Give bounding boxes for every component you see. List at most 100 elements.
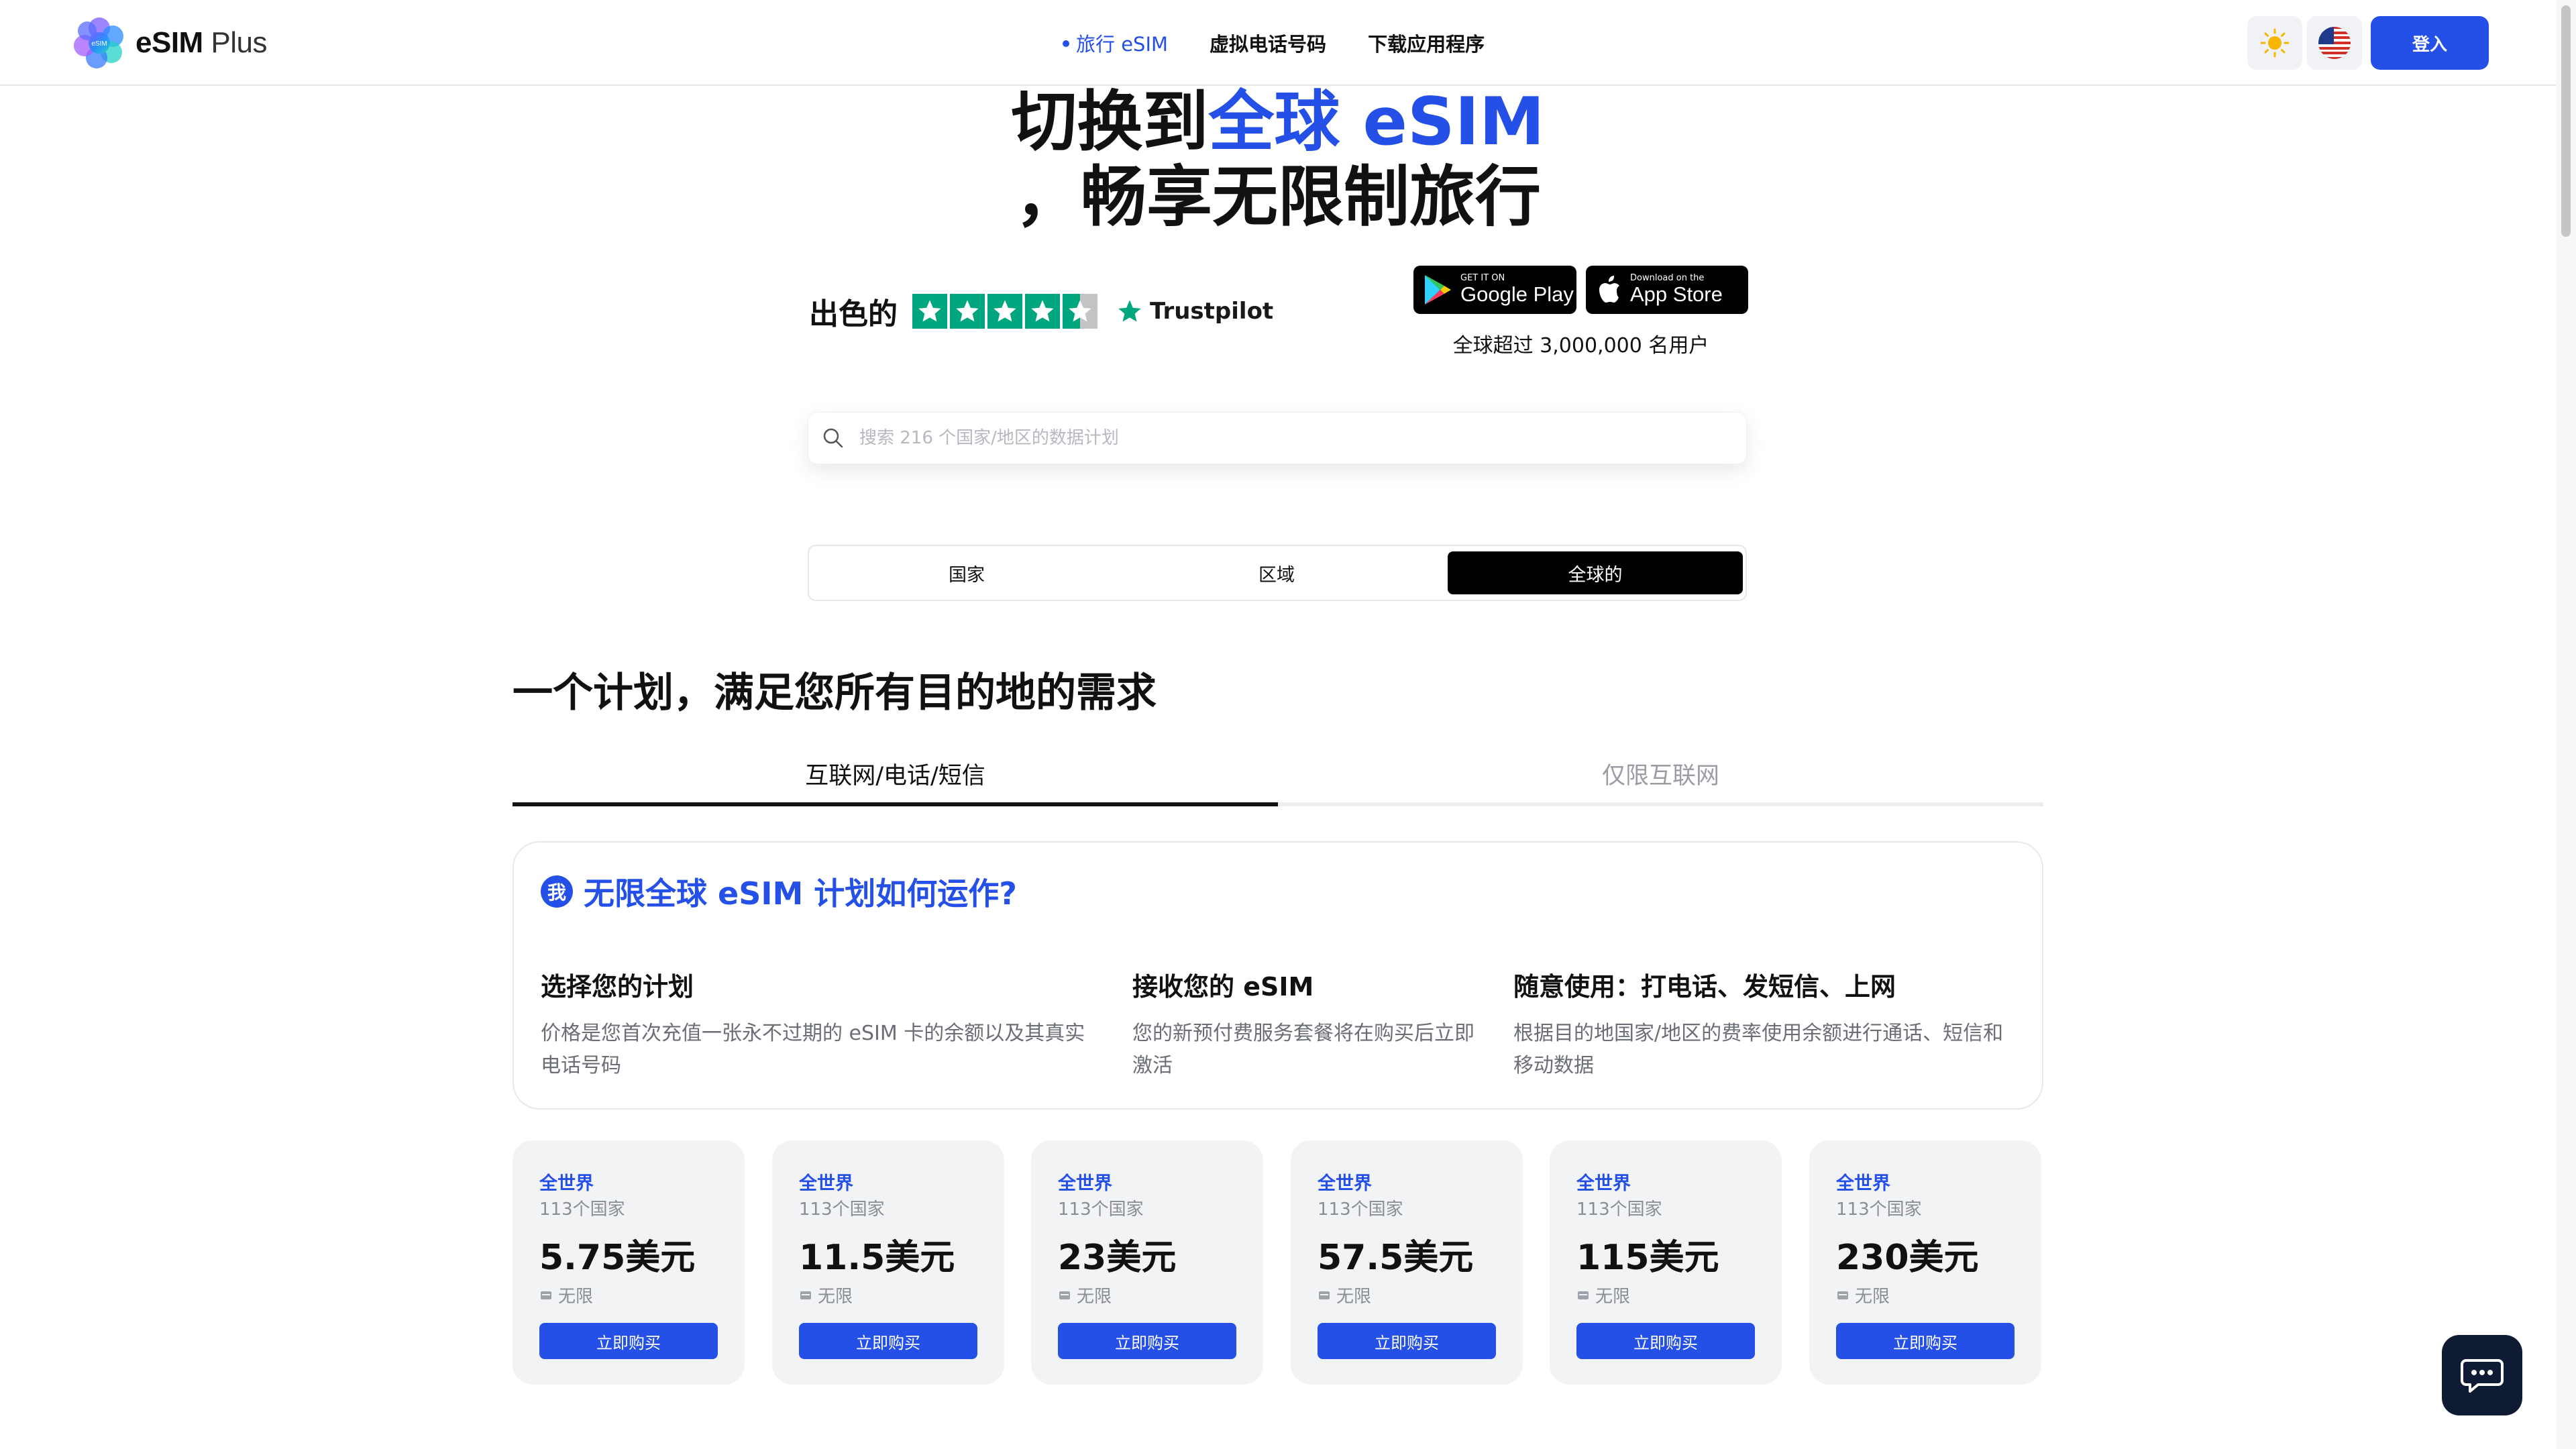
logo[interactable]: eSIM eSIM Plus: [72, 16, 268, 70]
scope-region[interactable]: 区域: [1124, 551, 1429, 594]
plan-limit: 无限: [1576, 1283, 1630, 1307]
plan-region: 全世界: [1836, 1173, 1890, 1194]
plan-country-count: 113个国家: [799, 1199, 885, 1220]
theme-toggle-button[interactable]: [2247, 16, 2302, 70]
trustpilot-label: Trustpilot: [1150, 298, 1274, 325]
rating-word: 出色的: [809, 297, 898, 331]
nav-virtual-number[interactable]: 虚拟电话号码: [1210, 29, 1326, 57]
app-store-button[interactable]: Download on the App Store: [1586, 266, 1748, 314]
chat-button[interactable]: [2442, 1335, 2522, 1415]
star-icon: [950, 294, 985, 329]
star-icon: [912, 294, 947, 329]
plan-region: 全世界: [539, 1173, 594, 1194]
buy-now-button[interactable]: 立即购买: [1576, 1323, 1755, 1359]
plan-price: 11.5美元: [799, 1238, 955, 1278]
plan-limit: 无限: [799, 1283, 853, 1307]
app-store-text: Download on the App Store: [1630, 274, 1723, 306]
app-store-small: Download on the: [1630, 273, 1705, 283]
google-play-button[interactable]: GET IT ON Google Play: [1413, 266, 1576, 314]
plan-limit-label: 无限: [818, 1287, 853, 1307]
us-flag-icon: [2318, 27, 2351, 59]
scope-selector: 国家 区域 全球的: [808, 545, 1747, 601]
plan-card[interactable]: 全世界 113个国家 230美元 无限 立即购买: [1809, 1140, 2041, 1385]
buy-now-button[interactable]: 立即购买: [1836, 1323, 2015, 1359]
sun-icon: [2260, 28, 2290, 58]
scope-country[interactable]: 国家: [814, 551, 1119, 594]
page-scrollbar[interactable]: [2556, 0, 2576, 1449]
plan-card[interactable]: 全世界 113个国家 5.75美元 无限 立即购买: [513, 1140, 745, 1385]
plan-country-count: 113个国家: [539, 1199, 625, 1220]
chat-icon: [2461, 1359, 2504, 1393]
plan-region: 全世界: [1318, 1173, 1372, 1194]
apple-icon: [1599, 276, 1619, 303]
logo-mark-text: eSIM: [91, 40, 107, 48]
plan-limit-label: 无限: [1595, 1287, 1631, 1307]
plan-region: 全世界: [1058, 1173, 1112, 1194]
plan-region: 全世界: [799, 1173, 853, 1194]
trustpilot-logo: Trustpilot: [1116, 298, 1273, 325]
half-star-icon: [1063, 294, 1097, 329]
plan-card[interactable]: 全世界 113个国家 115美元 无限 立即购买: [1550, 1140, 1782, 1385]
section-title: 一个计划，满足您所有目的地的需求: [513, 669, 1157, 716]
data-icon: [800, 1291, 811, 1299]
plan-limit-label: 无限: [1077, 1287, 1112, 1307]
plan-country-count: 113个国家: [1318, 1199, 1403, 1220]
plan-country-count: 113个国家: [1836, 1199, 1922, 1220]
buy-now-button[interactable]: 立即购买: [799, 1323, 977, 1359]
language-button[interactable]: [2307, 16, 2362, 70]
plan-card[interactable]: 全世界 113个国家 11.5美元 无限 立即购买: [772, 1140, 1004, 1385]
plan-card[interactable]: 全世界 113个国家 23美元 无限 立即购买: [1031, 1140, 1263, 1385]
step-use-freely: 随意使用：打电话、发短信、上网 根据目的地国家/地区的费率使用余额进行通话、短信…: [1513, 966, 2023, 1082]
plan-limit: 无限: [1058, 1283, 1112, 1307]
star-icon: [1025, 294, 1060, 329]
scope-global[interactable]: 全球的: [1448, 551, 1743, 594]
plan-limit: 无限: [539, 1283, 593, 1307]
tab-internet-call-sms[interactable]: 互联网/电话/短信: [513, 745, 1278, 802]
buy-now-button[interactable]: 立即购买: [1058, 1323, 1236, 1359]
step-desc: 根据目的地国家/地区的费率使用余额进行通话、短信和移动数据: [1513, 1022, 2004, 1077]
login-button[interactable]: 登入: [2371, 16, 2489, 70]
tab-internet-only[interactable]: 仅限互联网: [1278, 745, 2043, 802]
step-receive-esim: 接收您的 eSIM 您的新预付费服务套餐将在购买后立即激活: [1132, 966, 1481, 1082]
plan-limit-label: 无限: [1336, 1287, 1372, 1307]
hero-title-line1: 切换到全球 eSIM: [0, 85, 2556, 160]
buy-now-button[interactable]: 立即购买: [539, 1323, 718, 1359]
plan-price: 5.75美元: [539, 1238, 696, 1278]
data-icon: [1319, 1291, 1330, 1299]
plan-list: 全世界 113个国家 5.75美元 无限 立即购买 全世界 113个国家 11.…: [513, 1140, 2043, 1385]
step-title: 接收您的 eSIM: [1132, 972, 1314, 1002]
plan-country-count: 113个国家: [1058, 1199, 1144, 1220]
user-count: 全球超过 3,000,000 名用户: [1452, 334, 1709, 358]
plan-limit: 无限: [1318, 1283, 1371, 1307]
logo-bold: eSIM: [136, 26, 203, 59]
plan-card[interactable]: 全世界 113个国家 57.5美元 无限 立即购买: [1291, 1140, 1523, 1385]
how-it-works-title: 无限全球 eSIM 计划如何运作?: [584, 875, 1017, 912]
buy-now-button[interactable]: 立即购买: [1318, 1323, 1496, 1359]
plan-region: 全世界: [1576, 1173, 1631, 1194]
active-dot-icon: [1063, 40, 1069, 47]
hero-title-line2: ，畅享无限制旅行: [1014, 159, 1541, 235]
hero-title-part: 切换到: [1011, 84, 1209, 160]
google-play-small: GET IT ON: [1460, 273, 1505, 283]
plan-limit: 无限: [1836, 1283, 1890, 1307]
main-nav: 旅行 eSIM 虚拟电话号码 下载应用程序: [1063, 0, 1485, 86]
step-title: 选择您的计划: [541, 972, 694, 1002]
plan-price: 230美元: [1836, 1238, 1979, 1278]
nav-download-app[interactable]: 下载应用程序: [1368, 29, 1485, 57]
search-input[interactable]: [858, 427, 1746, 449]
nav-label: 旅行 eSIM: [1076, 33, 1169, 56]
logo-light: Plus: [203, 26, 268, 59]
plan-limit-label: 无限: [1855, 1287, 1890, 1307]
logo-text: eSIM Plus: [136, 26, 268, 60]
scrollbar-thumb[interactable]: [2561, 5, 2571, 237]
app-store-big: App Store: [1630, 282, 1723, 306]
data-icon: [541, 1291, 551, 1299]
nav-travel-esim[interactable]: 旅行 eSIM: [1063, 29, 1168, 57]
trustpilot-rating[interactable]: 出色的 Trustpilot: [809, 290, 1273, 333]
search-box[interactable]: [808, 412, 1747, 464]
plan-limit-label: 无限: [558, 1287, 594, 1307]
hero-title-accent: 全球 eSIM: [1208, 84, 1545, 160]
plan-price: 57.5美元: [1318, 1238, 1474, 1278]
step-desc: 您的新预付费服务套餐将在购买后立即激活: [1132, 1022, 1474, 1077]
info-badge-icon: 我: [541, 875, 573, 908]
